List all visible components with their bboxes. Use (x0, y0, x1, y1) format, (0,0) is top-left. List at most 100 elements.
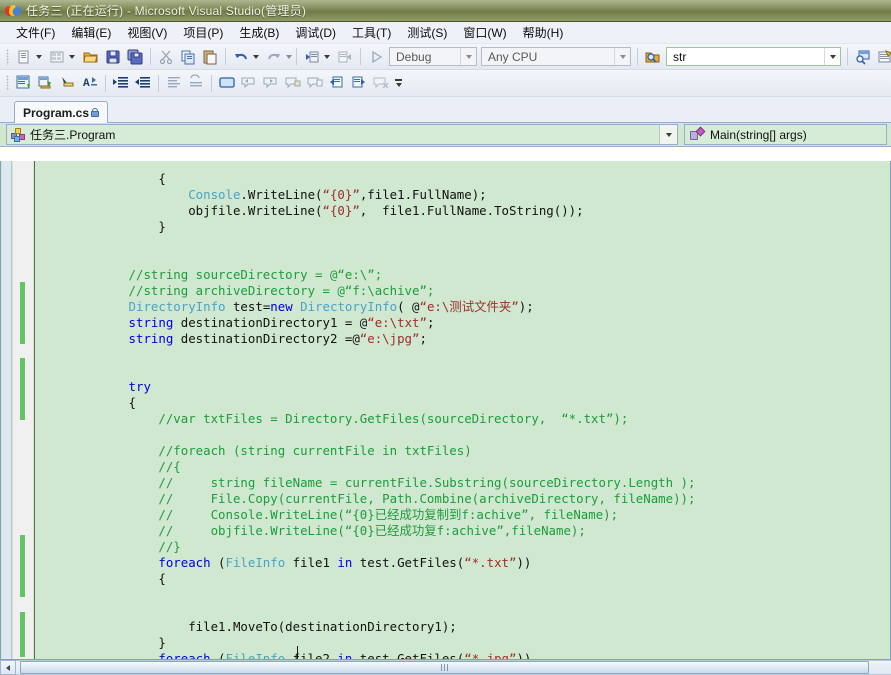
prev-bookmark-doc-icon[interactable] (326, 73, 348, 94)
cut-icon[interactable] (155, 46, 177, 67)
redo-icon[interactable] (263, 46, 285, 67)
navigate-backward-chevron-down-icon[interactable] (324, 54, 330, 59)
quick-find-combo[interactable]: str (666, 47, 841, 66)
menu-build[interactable]: 生成(B) (231, 22, 287, 43)
display-toolbox-icon[interactable] (13, 73, 35, 94)
toggle-bookmark-icon[interactable] (35, 73, 57, 94)
code-editor[interactable]: { Console.WriteLine(“{0}”,file1.FullName… (0, 161, 891, 660)
menu-bar: 文件(F) 编辑(E) 视图(V) 项目(P) 生成(B) 调试(D) 工具(T… (0, 22, 891, 44)
navigate-forward-icon[interactable] (334, 46, 356, 67)
undo-icon[interactable] (230, 46, 252, 67)
menu-test[interactable]: 测试(S) (399, 22, 455, 43)
next-bookmark-doc-icon[interactable] (348, 73, 370, 94)
editor-indicator-margin (2, 161, 12, 659)
copy-icon[interactable] (177, 46, 199, 67)
horizontal-scroll-thumb[interactable] (20, 661, 869, 674)
new-project-chevron-down-icon[interactable] (36, 54, 42, 59)
document-tab-strip: Program.cs (0, 97, 891, 123)
quick-find-chevron-down-icon[interactable] (824, 48, 840, 65)
svg-text:A: A (83, 78, 90, 90)
save-icon[interactable] (102, 46, 124, 67)
paste-icon[interactable] (199, 46, 221, 67)
code-line: foreach (FileInfo file1 in test.GetFiles… (158, 555, 532, 570)
new-item-icon[interactable] (46, 46, 68, 67)
code-line: // string fileName = currentFile.Substri… (158, 475, 696, 490)
text-editor-toolbar-grip[interactable] (6, 75, 9, 91)
toolbar-overflow-icon[interactable] (395, 79, 402, 87)
code-line: // objfile.WriteLine(“{0}已经成功复f:achive”,… (158, 523, 586, 538)
scroll-left-arrow-icon[interactable] (0, 660, 16, 675)
code-line: string destinationDirectory2 =@“e:\jpg”; (128, 331, 427, 346)
menu-window[interactable]: 窗口(W) (455, 22, 514, 43)
solution-configuration-value: Debug (396, 49, 432, 64)
member-navigation-value: Main(string[] args) (710, 127, 807, 142)
new-project-icon[interactable] (13, 46, 35, 67)
code-line: //} (158, 539, 181, 554)
decrease-indent-icon[interactable] (132, 73, 154, 94)
configuration-chevron-down-icon[interactable] (460, 48, 476, 65)
code-line: //string archiveDirectory = @“f:\achive”… (128, 283, 435, 298)
change-bar-segment (20, 535, 25, 597)
code-line: { (39, 171, 166, 186)
undo-chevron-down-icon[interactable] (253, 54, 259, 59)
save-all-icon[interactable] (124, 46, 146, 67)
menu-debug[interactable]: 调试(D) (287, 22, 344, 43)
redo-chevron-down-icon[interactable] (286, 54, 292, 59)
method-icon (690, 126, 706, 142)
code-line: { (39, 571, 166, 586)
line-up-icon[interactable] (163, 73, 185, 94)
quick-find-value[interactable]: str (667, 50, 692, 64)
lock-icon (91, 108, 100, 117)
solution-configuration-combo[interactable]: Debug (389, 47, 477, 66)
prev-bookmark-icon[interactable] (238, 73, 260, 94)
member-navigation-combo[interactable]: Main(string[] args) (684, 124, 887, 145)
menu-help[interactable]: 帮助(H) (515, 22, 572, 43)
code-line: //string sourceDirectory = @“e:\”; (128, 267, 383, 282)
editor-code-surface[interactable]: { Console.WriteLine(“{0}”,file1.FullName… (35, 161, 890, 659)
clear-bookmarks-icon[interactable] (370, 73, 392, 94)
menu-file[interactable]: 文件(F) (8, 22, 63, 43)
toolbar-grip[interactable] (6, 48, 9, 65)
menu-tools[interactable]: 工具(T) (344, 22, 399, 43)
solution-platform-combo[interactable]: Any CPU (481, 47, 631, 66)
platform-chevron-down-icon[interactable] (614, 48, 630, 65)
type-navigation-value: 任务三.Program (30, 128, 116, 142)
new-item-chevron-down-icon[interactable] (69, 54, 75, 59)
code-line: } (39, 219, 166, 234)
rectangle-icon[interactable] (216, 73, 238, 94)
line-down-icon[interactable] (185, 73, 207, 94)
solution-platform-value: Any CPU (488, 49, 538, 64)
code-line: { (39, 395, 136, 410)
start-debug-icon[interactable] (365, 46, 387, 67)
prev-bookmark-folder-icon[interactable] (282, 73, 304, 94)
menu-view[interactable]: 视图(V) (119, 22, 175, 43)
increase-indent-icon[interactable] (110, 73, 132, 94)
next-bookmark-icon[interactable] (260, 73, 282, 94)
code-line: Console.WriteLine(“{0}”,file1.FullName); (188, 187, 487, 202)
open-file-icon[interactable] (80, 46, 102, 67)
tab-program-cs[interactable]: Program.cs (14, 101, 109, 123)
navigate-backward-icon[interactable] (301, 46, 323, 67)
type-navigation-combo[interactable]: 任务三.Program (6, 124, 678, 145)
find-symbol-icon[interactable] (852, 46, 874, 67)
code-line: try (128, 379, 151, 394)
find-in-files-icon[interactable] (642, 46, 664, 67)
horizontal-scroll-track[interactable] (16, 660, 891, 675)
title-bar: 任务三 (正在运行) - Microsoft Visual Studio(管理员… (0, 0, 891, 22)
code-line: //var txtFiles = Directory.GetFiles(sour… (158, 411, 629, 426)
comment-selection-icon[interactable] (57, 73, 79, 94)
tab-label: Program.cs (23, 105, 90, 120)
menu-edit[interactable]: 编辑(E) (63, 22, 119, 43)
change-bar-segment (20, 282, 25, 344)
menu-project[interactable]: 项目(P) (175, 22, 231, 43)
editor-horizontal-scrollbar[interactable] (0, 659, 891, 675)
uncomment-selection-icon[interactable]: A (79, 73, 101, 94)
type-navigation-chevron-down-icon[interactable] (659, 125, 677, 144)
properties-window-icon[interactable] (874, 46, 891, 67)
next-bookmark-folder-icon[interactable] (304, 73, 326, 94)
